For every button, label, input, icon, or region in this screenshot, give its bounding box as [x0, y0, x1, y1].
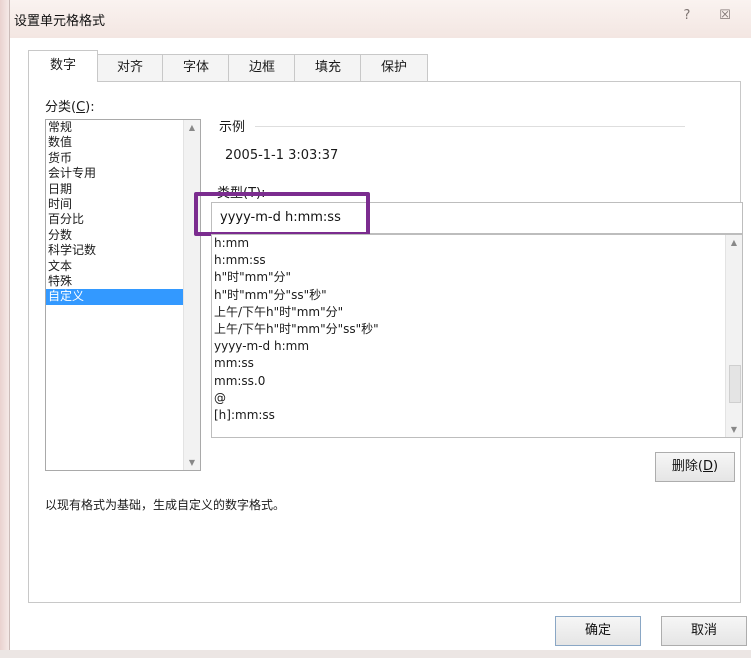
format-list[interactable]: h:mm h:mm:ss h"时"mm"分" h"时"mm"分"ss"秒" 上午/下午h… [211, 234, 743, 438]
tab-number[interactable]: 数字 [28, 50, 98, 82]
category-label: 分类(C): [45, 100, 95, 115]
category-item[interactable]: 自定义 [46, 289, 200, 305]
number-tab-panel: 分类(C): 常规 数值 货币 会计专用 日期 时间 百分比 分数 科学记数 文本 特殊 自定义 ▲ … [28, 81, 743, 603]
scroll-thumb[interactable] [729, 365, 741, 403]
category-item[interactable]: 科学记数 [46, 243, 200, 258]
scroll-up-icon[interactable]: ▲ [184, 123, 200, 132]
format-item[interactable]: h"时"mm"分"ss"秒" [212, 287, 742, 304]
category-item[interactable]: 会计专用 [46, 166, 200, 181]
sample-divider [255, 126, 685, 127]
format-description: 以现有格式为基础，生成自定义的数字格式。 [45, 498, 286, 512]
scroll-down-icon[interactable]: ▼ [184, 458, 200, 467]
sample-label: 示例 [219, 120, 246, 135]
scroll-down-icon[interactable]: ▼ [726, 425, 742, 434]
category-item[interactable]: 百分比 [46, 212, 200, 227]
category-item[interactable]: 常规 [46, 120, 200, 135]
category-scrollbar[interactable]: ▲ ▼ [183, 120, 200, 470]
title-bar[interactable]: 设置单元格格式 ? ☒ [10, 0, 751, 38]
tab-font[interactable]: 字体 [162, 54, 230, 81]
format-item[interactable]: h:mm:ss [212, 252, 742, 269]
category-list[interactable]: 常规 数值 货币 会计专用 日期 时间 百分比 分数 科学记数 文本 特殊 自定义 ▲ ▼ [45, 119, 201, 471]
help-icon[interactable]: ? [672, 4, 702, 28]
category-item[interactable]: 分数 [46, 228, 200, 243]
format-item[interactable]: h"时"mm"分" [212, 269, 742, 286]
ok-button[interactable]: 确定 [555, 616, 641, 646]
scroll-up-icon[interactable]: ▲ [726, 238, 742, 247]
category-item[interactable]: 数值 [46, 135, 200, 150]
tab-strip: 数字 对齐 字体 边框 填充 保护 [28, 50, 738, 82]
format-item[interactable]: mm:ss [212, 355, 742, 372]
tab-protection[interactable]: 保护 [360, 54, 428, 81]
window-title: 设置单元格格式 [14, 14, 106, 29]
close-icon[interactable]: ☒ [710, 4, 740, 28]
format-item[interactable]: @ [212, 390, 742, 407]
category-item[interactable]: 货币 [46, 151, 200, 166]
background-edge-bottom [0, 650, 751, 658]
category-item[interactable]: 特殊 [46, 274, 200, 289]
tab-alignment[interactable]: 对齐 [96, 54, 164, 81]
category-item[interactable]: 文本 [46, 259, 200, 274]
format-item[interactable]: 上午/下午h"时"mm"分"ss"秒" [212, 321, 742, 338]
category-item[interactable]: 时间 [46, 197, 200, 212]
delete-button[interactable]: 删除(D) [655, 452, 735, 482]
format-item[interactable]: yyyy-m-d h:mm [212, 338, 742, 355]
sample-value: 2005-1-1 3:03:37 [225, 148, 339, 163]
format-cells-dialog: 设置单元格格式 ? ☒ 数字 对齐 字体 边框 填充 保护 分类(C): 常规数… [9, 0, 751, 650]
cancel-button[interactable]: 取消 [661, 616, 747, 646]
category-item[interactable]: 日期 [46, 182, 200, 197]
format-item[interactable]: mm:ss.0 [212, 373, 742, 390]
tab-fill[interactable]: 填充 [294, 54, 362, 81]
format-item[interactable]: h:mm [212, 235, 742, 252]
tab-border[interactable]: 边框 [228, 54, 296, 81]
format-item[interactable]: [h]:mm:ss [212, 407, 742, 424]
format-item[interactable]: 上午/下午h"时"mm"分" [212, 304, 742, 321]
format-scrollbar[interactable]: ▲ ▼ [725, 235, 742, 437]
annotation-highlight-box [194, 192, 370, 236]
